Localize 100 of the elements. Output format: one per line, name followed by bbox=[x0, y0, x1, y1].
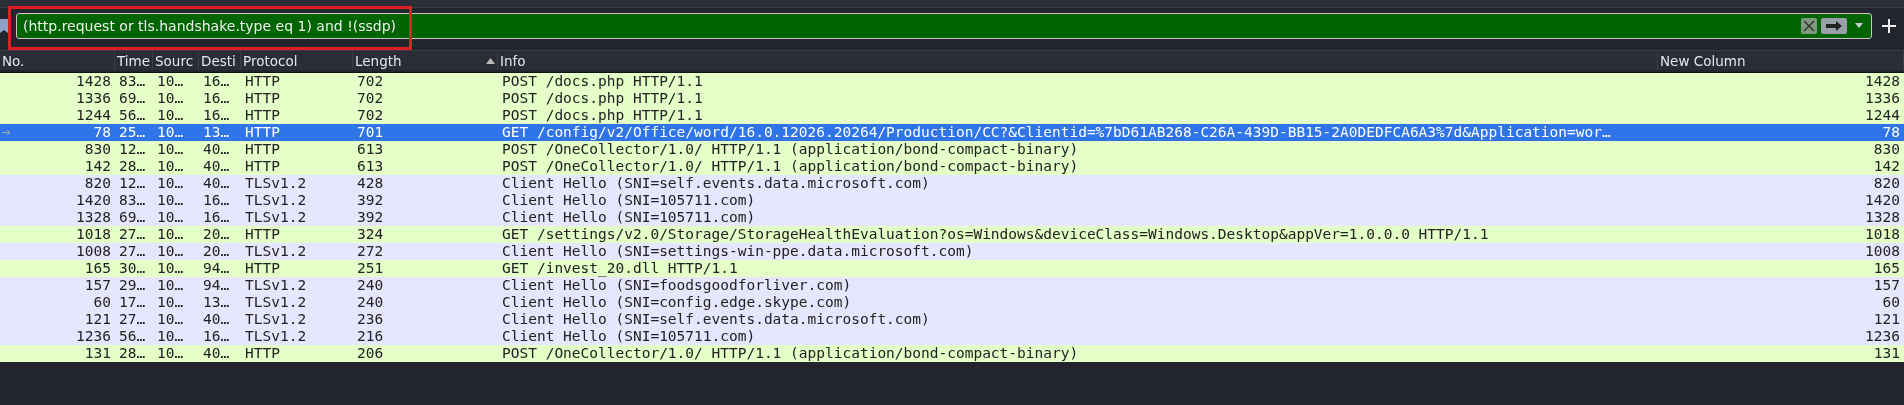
table-cell-text: 10… bbox=[156, 107, 185, 124]
table-cell-text: HTTP bbox=[244, 90, 281, 107]
table-cell-text: GET /config/v2/Office/word/16.0.12026.20264/Production/CC?&Clientid=%7bD61AB268-C26A-439D-BB15-2A0DEDFCA6A3%7d&Application=wor… bbox=[501, 124, 1612, 141]
packet-row[interactable]: 820 12… 10… 40… TLSv1.2 428 Client Hello (SNI=self.events.data.microsoft.com) 820 bbox=[0, 175, 1904, 192]
packet-row[interactable]: 1008 27… 10… 20… TLSv1.2 272 Client Hello (SNI=settings-win-ppe.data.microsoft.com) 1008 bbox=[0, 243, 1904, 260]
table-cell-text: 165 bbox=[1872, 260, 1901, 277]
table-cell-text: 10… bbox=[156, 141, 185, 158]
packet-row[interactable]: 830 12… 10… 40… HTTP 613 POST /OneCollector/1.0/ HTTP/1.1 (application/bond-compact-binary) 830 bbox=[0, 141, 1904, 158]
packet-row[interactable]: 1236 56… 10… 16… TLSv1.2 216 Client Hello (SNI=105711.com) 1236 bbox=[0, 328, 1904, 345]
table-cell-text: 701 bbox=[356, 124, 385, 141]
packet-row[interactable]: 1420 83… 10… 16… TLSv1.2 392 Client Hello (SNI=105711.com) 1420 bbox=[0, 192, 1904, 209]
column-header[interactable]: Sourc bbox=[153, 51, 199, 70]
table-cell-text: 1244 bbox=[1864, 107, 1901, 124]
table-cell-text: 10… bbox=[156, 243, 185, 260]
table-cell-text: 1420 bbox=[1864, 192, 1901, 209]
table-cell-text: 702 bbox=[356, 73, 385, 90]
table-cell-text: 820 bbox=[83, 175, 112, 192]
table-cell-text: 10… bbox=[156, 260, 185, 277]
table-cell-text: 428 bbox=[356, 175, 385, 192]
table-cell-text: HTTP bbox=[244, 124, 281, 141]
table-cell-text: 10… bbox=[156, 345, 185, 362]
column-header[interactable]: Protocol bbox=[241, 51, 353, 70]
table-cell-text: 10… bbox=[156, 226, 185, 243]
table-cell-text: 60 bbox=[92, 294, 112, 311]
table-cell-text: TLSv1.2 bbox=[244, 243, 308, 260]
column-header[interactable]: Length bbox=[353, 51, 498, 70]
table-cell-text: 10… bbox=[156, 90, 185, 107]
table-cell-text: 121 bbox=[83, 311, 112, 328]
table-cell-text: TLSv1.2 bbox=[244, 209, 308, 226]
table-cell-text: TLSv1.2 bbox=[244, 175, 308, 192]
column-header[interactable]: Desti bbox=[199, 51, 241, 70]
table-cell-text: 1008 bbox=[1864, 243, 1901, 260]
column-header[interactable]: Info bbox=[498, 51, 1658, 70]
table-cell-text: 69… bbox=[118, 90, 147, 107]
table-cell-text: 56… bbox=[118, 328, 147, 345]
table-cell-text: TLSv1.2 bbox=[244, 294, 308, 311]
table-cell-text: 165 bbox=[83, 260, 112, 277]
table-cell-text: Client Hello (SNI=config.edge.skype.com) bbox=[501, 294, 853, 311]
table-cell-text: HTTP bbox=[244, 141, 281, 158]
table-cell-text: 1008 bbox=[75, 243, 112, 260]
packet-row[interactable]: 1244 56… 10… 16… HTTP 702 POST /docs.php HTTP/1.1 1244 bbox=[0, 107, 1904, 124]
table-cell-text: HTTP bbox=[244, 345, 281, 362]
table-cell-text: POST /OneCollector/1.0/ HTTP/1.1 (application/bond-compact-binary) bbox=[501, 141, 1080, 158]
table-cell-text: Client Hello (SNI=settings-win-ppe.data.microsoft.com) bbox=[501, 243, 975, 260]
table-cell-text: 392 bbox=[356, 192, 385, 209]
packet-row[interactable]: 157 29… 10… 94… TLSv1.2 240 Client Hello (SNI=foodsgoodforliver.com) 157 bbox=[0, 277, 1904, 294]
table-cell-text: POST /OneCollector/1.0/ HTTP/1.1 (application/bond-compact-binary) bbox=[501, 158, 1080, 175]
table-cell-text: HTTP bbox=[244, 158, 281, 175]
table-cell-text: 272 bbox=[356, 243, 385, 260]
table-cell-text: 17… bbox=[118, 294, 147, 311]
table-cell-text: Client Hello (SNI=self.events.data.microsoft.com) bbox=[501, 311, 931, 328]
table-cell-text: 240 bbox=[356, 277, 385, 294]
table-cell-text: 28… bbox=[118, 158, 147, 175]
column-header[interactable]: New Column bbox=[1658, 51, 1904, 70]
table-cell-text: Client Hello (SNI=self.events.data.microsoft.com) bbox=[501, 175, 931, 192]
column-header[interactable]: No. bbox=[0, 51, 115, 70]
table-cell-text: 27… bbox=[118, 311, 147, 328]
packet-row[interactable]: 142 28… 10… 40… HTTP 613 POST /OneCollector/1.0/ HTTP/1.1 (application/bond-compact-binary) 142 bbox=[0, 158, 1904, 175]
packet-row[interactable]: 1336 69… 10… 16… HTTP 702 POST /docs.php HTTP/1.1 1336 bbox=[0, 90, 1904, 107]
table-cell-text: POST /docs.php HTTP/1.1 bbox=[501, 107, 704, 124]
table-cell-text: TLSv1.2 bbox=[244, 328, 308, 345]
table-cell-text: 157 bbox=[83, 277, 112, 294]
table-cell-text: 10… bbox=[156, 158, 185, 175]
table-cell-text: 1420 bbox=[75, 192, 112, 209]
table-cell-text: 78 bbox=[1881, 124, 1901, 141]
table-cell-text: 12… bbox=[118, 141, 147, 158]
table-cell-text: 1236 bbox=[1864, 328, 1901, 345]
table-cell-text: 206 bbox=[356, 345, 385, 362]
table-cell-text: 83… bbox=[118, 73, 147, 90]
table-cell-text: 324 bbox=[356, 226, 385, 243]
table-cell-text: 820 bbox=[1872, 175, 1901, 192]
table-cell-text: 10… bbox=[156, 124, 185, 141]
packet-row[interactable]: 165 30… 10… 94… HTTP 251 GET /invest_20.dll HTTP/1.1 165 bbox=[0, 260, 1904, 277]
table-cell-text: 78 bbox=[92, 124, 112, 141]
table-cell-text: 13… bbox=[202, 124, 231, 141]
packet-row[interactable]: 131 28… 10… 40… HTTP 206 POST /OneCollector/1.0/ HTTP/1.1 (application/bond-compact-binary) 131 bbox=[0, 345, 1904, 362]
packet-row[interactable]: 60 17… 10… 13… TLSv1.2 240 Client Hello (SNI=config.edge.skype.com) 60 bbox=[0, 294, 1904, 311]
packet-row[interactable]: 1428 83… 10… 16… HTTP 702 POST /docs.php HTTP/1.1 1428 bbox=[0, 73, 1904, 90]
packet-row[interactable]: 121 27… 10… 40… TLSv1.2 236 Client Hello (SNI=self.events.data.microsoft.com) 121 bbox=[0, 311, 1904, 328]
display-filter-field[interactable]: (http.request or tls.handshake.type eq 1) and !(ssdp) bbox=[16, 13, 1872, 39]
packet-row[interactable]: 1018 27… 10… 20… HTTP 324 GET /settings/v2.0/Storage/StorageHealthEvaluation?os=Windows&deviceClass=Windows.Desktop&appVer=1.0.0.0 HTTP/1.1 1018 bbox=[0, 226, 1904, 243]
table-cell-text: 83… bbox=[118, 192, 147, 209]
table-cell-text: 40… bbox=[202, 311, 231, 328]
table-cell-text: 56… bbox=[118, 107, 147, 124]
table-cell-text: TLSv1.2 bbox=[244, 277, 308, 294]
table-cell-text: TLSv1.2 bbox=[244, 192, 308, 209]
table-cell-text: 236 bbox=[356, 311, 385, 328]
packet-row[interactable]: 1328 69… 10… 16… TLSv1.2 392 Client Hello (SNI=105711.com) 1328 bbox=[0, 209, 1904, 226]
packet-row[interactable]: 78 25… 10… 13… HTTP 701 GET /config/v2/Office/word/16.0.12026.20264/Production/CC?&Clientid=%7bD61AB268-C26A-439D-BB15-2A0DEDFCA6A3%7d&Application=wor… 78 bbox=[0, 124, 1904, 141]
column-header[interactable]: Time bbox=[115, 51, 153, 70]
table-cell-text: 40… bbox=[202, 141, 231, 158]
table-cell-text: 10… bbox=[156, 192, 185, 209]
table-cell-text: 830 bbox=[83, 141, 112, 158]
table-cell-text: 16… bbox=[202, 328, 231, 345]
table-cell-text: 12… bbox=[118, 175, 147, 192]
table-cell-text: 1428 bbox=[75, 73, 112, 90]
table-cell-text: TLSv1.2 bbox=[244, 311, 308, 328]
table-cell-text: 1336 bbox=[1864, 90, 1901, 107]
table-cell-text: 613 bbox=[356, 141, 385, 158]
table-cell-text: Client Hello (SNI=105711.com) bbox=[501, 328, 757, 345]
